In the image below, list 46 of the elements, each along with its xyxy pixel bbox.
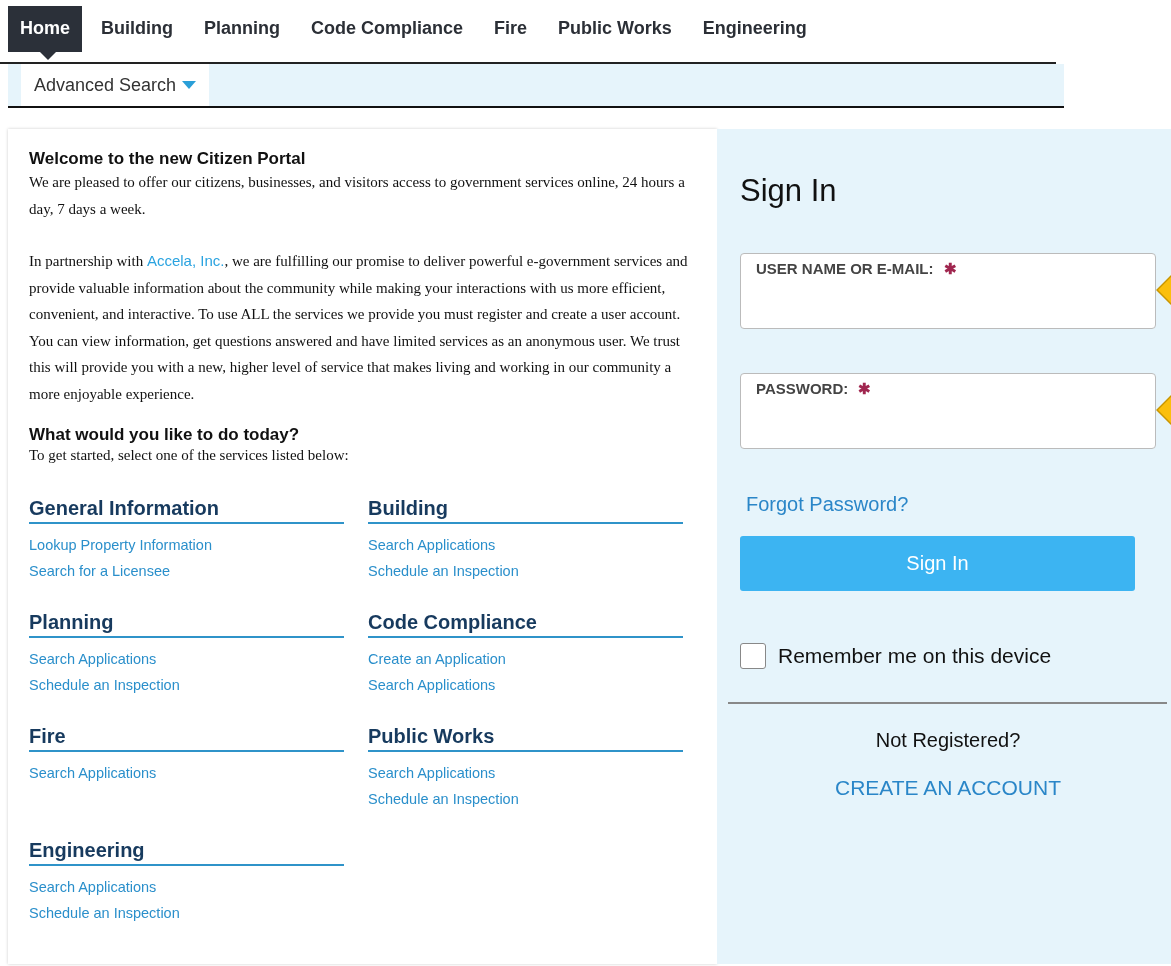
service-link[interactable]: Search Applications bbox=[29, 874, 157, 900]
service-link[interactable]: Schedule an Inspection bbox=[29, 672, 180, 698]
service-link[interactable]: Lookup Property Information bbox=[29, 532, 212, 558]
remember-label: Remember me on this device bbox=[778, 644, 1052, 668]
nav-tab[interactable]: Engineering bbox=[690, 6, 819, 52]
service-link[interactable]: Search Applications bbox=[29, 760, 157, 786]
sign-in-button[interactable]: Sign In bbox=[740, 536, 1135, 591]
required-mark: ✱ bbox=[858, 380, 872, 397]
prompt-text: To get started, select one of the services listed below: bbox=[29, 446, 350, 465]
nav-tab[interactable]: Fire bbox=[482, 6, 540, 52]
forgot-password-link[interactable]: Forgot Password? bbox=[746, 493, 909, 516]
pointer-icon bbox=[40, 52, 56, 60]
partnership-paragraph: In partnership with Accela, Inc., we are fulfilling our promise to deliver powerful e-government services and provide valuable information about the community while making your interactions with us more efficient, convenient, and interactive. To use ALL the services we provide you must register and create a user account. You can view information, get questions answered and have limited services as an anonymous user. We trust this will provide you with a new, higher level of service that makes living and working in our community a more enjoyable experience. bbox=[29, 251, 689, 404]
accela-link[interactable]: Accela, Inc. bbox=[146, 252, 225, 269]
sign-in-title: Sign In bbox=[740, 173, 838, 209]
service-link[interactable]: Schedule an Inspection bbox=[29, 900, 180, 926]
nav-tab[interactable]: Public Works bbox=[546, 6, 684, 52]
welcome-paragraph: We are pleased to offer our citizens, businesses, and visitors access to government services online, 24 hours a day, 7 days a week. bbox=[29, 173, 686, 219]
section-heading: Fire bbox=[29, 725, 344, 752]
service-link[interactable]: Schedule an Inspection bbox=[368, 558, 519, 584]
section-heading: Code Compliance bbox=[368, 611, 683, 638]
section-heading: Planning bbox=[29, 611, 344, 638]
nav-tab[interactable]: Planning bbox=[192, 6, 292, 52]
section-heading: Building bbox=[368, 497, 683, 524]
input-field[interactable]: USER NAME OR E-MAIL: ✱ bbox=[740, 253, 1156, 329]
not-registered-text: Not Registered? bbox=[874, 729, 1022, 752]
nav-tab[interactable]: Code Compliance bbox=[299, 6, 476, 52]
service-link[interactable]: Schedule an Inspection bbox=[368, 786, 519, 812]
input-field[interactable]: PASSWORD: ✱ bbox=[740, 373, 1156, 449]
service-link[interactable]: Search Applications bbox=[29, 646, 157, 672]
service-link[interactable]: Search for a Licensee bbox=[29, 558, 171, 584]
required-mark: ✱ bbox=[943, 260, 957, 277]
welcome-title: Welcome to the new Citizen Portal bbox=[29, 149, 307, 169]
section-heading: Engineering bbox=[29, 839, 344, 866]
service-link[interactable]: Search Applications bbox=[368, 672, 496, 698]
service-link[interactable]: Create an Application bbox=[368, 646, 506, 672]
advanced-search-menu[interactable]: Advanced Search bbox=[21, 64, 210, 106]
caret-icon bbox=[182, 81, 197, 89]
nav-tab[interactable]: Building bbox=[89, 6, 185, 52]
prompt-title: What would you like to do today? bbox=[29, 425, 301, 445]
section-heading: Public Works bbox=[368, 725, 683, 752]
section-heading: General Information bbox=[29, 497, 344, 524]
checkbox[interactable] bbox=[740, 643, 766, 669]
service-link[interactable]: Search Applications bbox=[368, 532, 496, 558]
service-link[interactable]: Search Applications bbox=[368, 760, 496, 786]
create-account-link[interactable]: CREATE AN ACCOUNT bbox=[835, 776, 1061, 800]
